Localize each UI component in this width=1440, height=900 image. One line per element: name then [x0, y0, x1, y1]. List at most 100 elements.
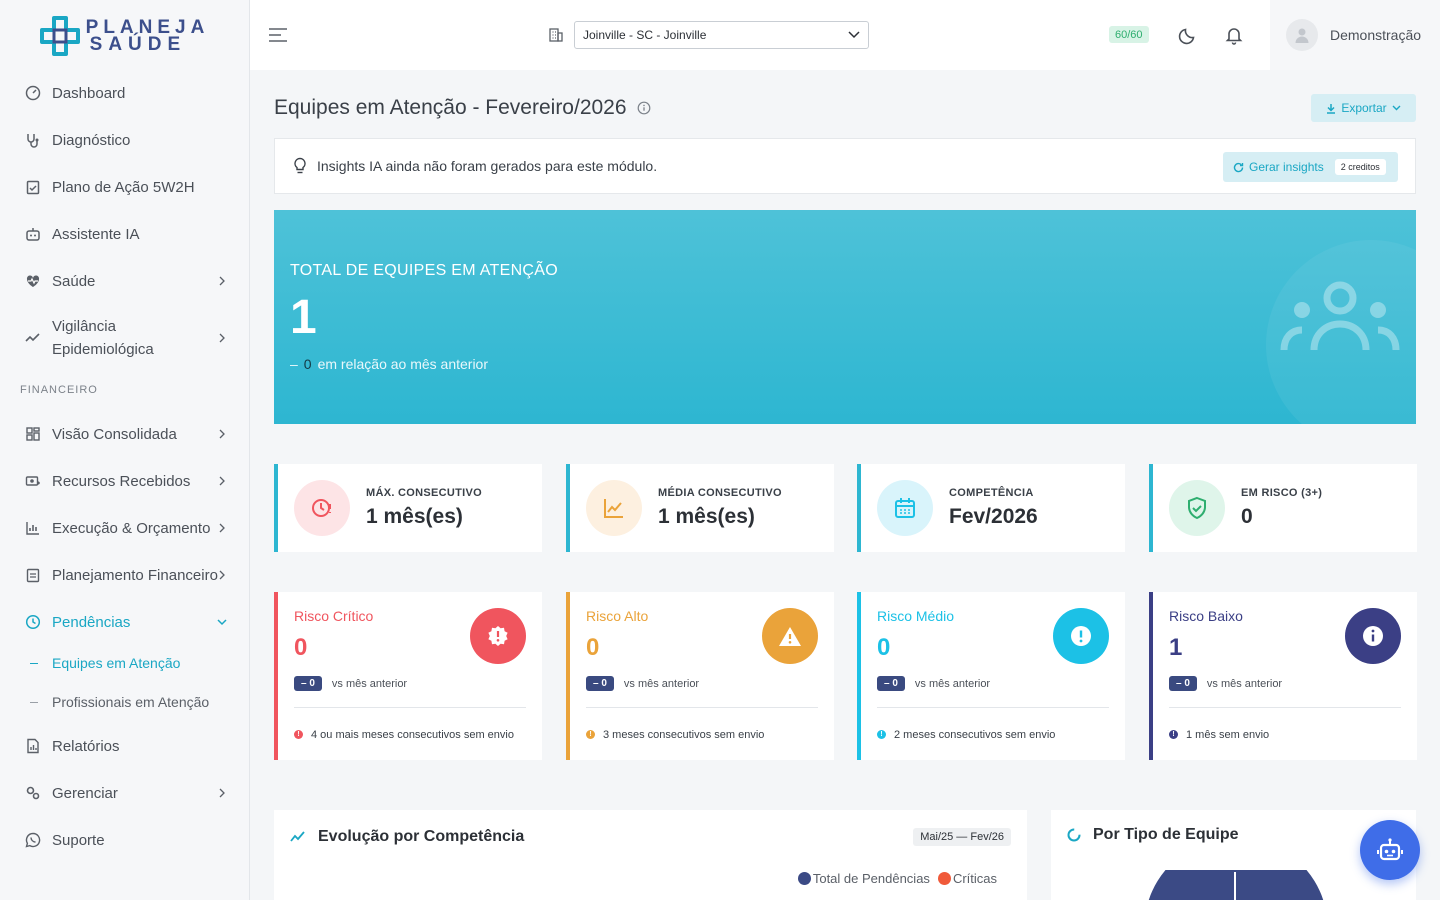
alert-dot-icon: !	[1169, 730, 1178, 739]
stat-card-em-risco: EM RISCO (3+) 0	[1149, 464, 1417, 552]
legend-item-total[interactable]: Total de Pendências	[797, 871, 930, 886]
risk-card-baixo: Risco Baixo 1 – 0 vs mês anterior ! 1 mê…	[1149, 592, 1417, 760]
sidebar-item-label: Diagnóstico	[52, 131, 131, 149]
chevron-right-icon	[219, 476, 225, 486]
robot-icon	[1377, 838, 1403, 861]
city-select[interactable]: Joinville - SC - Joinville	[574, 21, 869, 49]
sidebar-item-visao-consolidada[interactable]: Visão Consolidada	[0, 421, 249, 447]
notifications-bell-icon[interactable]	[1224, 25, 1244, 45]
dash-marker	[30, 662, 38, 664]
credits-badge: 2 creditos	[1334, 159, 1386, 175]
sidebar-item-dashboard[interactable]: Dashboard	[0, 80, 249, 106]
hero-value: 1	[290, 291, 317, 344]
heart-pulse-icon	[24, 272, 42, 290]
stat-card-avg-consecutive: MÉDIA CONSECUTIVO 1 mês(es)	[566, 464, 834, 552]
chart-icon	[24, 519, 42, 537]
delta-value: 0	[303, 356, 312, 372]
sidebar-item-label: Execução & Orçamento	[52, 519, 211, 537]
legend-item-criticas[interactable]: Críticas	[937, 871, 997, 886]
sidebar-item-diagnostico[interactable]: Diagnóstico	[0, 127, 249, 153]
sidebar-item-label: Planejamento Financeiro	[52, 566, 218, 584]
robot-icon	[24, 225, 42, 243]
sidebar-item-label: Dashboard	[52, 84, 126, 102]
export-button[interactable]: Exportar	[1311, 94, 1416, 122]
delta-sign: –	[290, 356, 298, 372]
users-group-icon	[1280, 281, 1400, 351]
sidebar-item-recursos-recebidos[interactable]: Recursos Recebidos	[0, 468, 249, 494]
sidebar-item-saude[interactable]: Saúde	[0, 268, 249, 294]
chevron-right-icon	[219, 333, 225, 343]
sidebar-item-label: Relatórios	[52, 737, 120, 755]
alert-dot-icon: !	[586, 730, 595, 739]
logo[interactable]: PLANEJA SAÚDE	[0, 0, 249, 72]
stat-card-max-consecutive: MÁX. CONSECUTIVO 1 mês(es)	[274, 464, 542, 552]
risk-comparison: – 0 vs mês anterior	[877, 676, 1109, 691]
ai-assistant-button[interactable]	[1360, 820, 1420, 880]
sidebar-item-plano-acao[interactable]: Plano de Ação 5W2H	[0, 174, 249, 200]
logo-cross-icon	[39, 16, 80, 56]
speedometer-icon	[24, 84, 42, 102]
donut-chart-icon	[1067, 828, 1081, 842]
sidebar-item-suporte[interactable]: Suporte	[0, 827, 249, 853]
risk-note: ! 2 meses consecutivos sem envio	[877, 708, 1109, 760]
chevron-right-icon	[219, 276, 225, 286]
menu-toggle-icon[interactable]	[268, 27, 288, 43]
user-menu[interactable]: Demonstração	[1270, 0, 1440, 70]
building-icon	[549, 28, 563, 42]
stat-value: Fev/2026	[949, 505, 1038, 528]
delta-pill: – 0	[586, 676, 614, 691]
chevron-right-icon	[219, 788, 225, 798]
delta-pill: – 0	[294, 676, 322, 691]
trend-line-icon	[290, 831, 305, 842]
sidebar-item-pendencias[interactable]: Pendências	[0, 609, 249, 635]
page-title-text: Equipes em Atenção - Fevereiro/2026	[274, 96, 627, 119]
stat-value: 0	[1241, 505, 1253, 528]
lightbulb-icon	[294, 157, 306, 174]
money-icon	[24, 472, 42, 490]
risk-note-text: 4 ou mais meses consecutivos sem envio	[311, 729, 514, 741]
sidebar-item-label: Visão Consolidada	[52, 425, 177, 443]
comparison-text: vs mês anterior	[1206, 677, 1283, 690]
chevron-down-icon	[1392, 105, 1401, 111]
dark-mode-toggle-icon[interactable]	[1178, 25, 1198, 45]
insights-bar: Insights IA ainda não foram gerados para…	[274, 138, 1416, 194]
risk-comparison: – 0 vs mês anterior	[294, 676, 526, 691]
panel-title: Evolução por Competência	[290, 828, 524, 846]
sidebar-item-label: Pendências	[52, 613, 131, 631]
sidebar-item-label: Saúde	[52, 272, 96, 290]
sidebar-item-execucao-orcamento[interactable]: Execução & Orçamento	[0, 515, 249, 541]
clipboard-icon	[24, 566, 42, 584]
sidebar-subitem-profissionais-atencao[interactable]: Profissionais em Atenção	[0, 691, 249, 713]
sidebar-subitem-equipes-atencao[interactable]: Equipes em Atenção	[0, 652, 249, 674]
stat-value: 1 mês(es)	[658, 505, 755, 528]
quota-badge: 60/60	[1109, 26, 1149, 43]
stat-label: MÉDIA CONSECUTIVO	[658, 487, 782, 499]
sidebar-item-assistente-ia[interactable]: Assistente IA	[0, 221, 249, 247]
alarm-clock-icon	[294, 480, 350, 536]
stat-card-competencia: COMPETÊNCIA Fev/2026	[857, 464, 1125, 552]
legend-swatch	[797, 872, 811, 885]
delta-pill: – 0	[1169, 676, 1197, 691]
trend-icon	[24, 329, 42, 347]
whatsapp-icon	[24, 831, 42, 849]
info-icon[interactable]	[637, 101, 651, 115]
sidebar-item-vigilancia[interactable]: Vigilância Epidemiológica	[0, 314, 249, 362]
sidebar-item-label: Plano de Ação 5W2H	[52, 178, 195, 196]
stat-value: 1 mês(es)	[366, 505, 463, 528]
sidebar-item-label: Vigilância Epidemiológica	[52, 318, 154, 358]
sidebar: PLANEJA SAÚDE Dashboard Diagnóstico Plan…	[0, 0, 250, 900]
date-range-badge: Mai/25 — Fev/26	[913, 828, 1011, 846]
comparison-text: vs mês anterior	[331, 677, 408, 690]
sidebar-item-gerenciar[interactable]: Gerenciar	[0, 780, 249, 806]
shield-check-icon	[1169, 480, 1225, 536]
city-select-value: Joinville - SC - Joinville	[583, 28, 707, 42]
comparison-text: vs mês anterior	[623, 677, 700, 690]
risk-note-text: 3 meses consecutivos sem envio	[603, 729, 765, 741]
sidebar-item-planejamento-financeiro[interactable]: Planejamento Financeiro	[0, 562, 249, 588]
sidebar-item-relatorios[interactable]: Relatórios	[0, 733, 249, 759]
chart-legend: Total de Pendências Críticas	[797, 871, 997, 886]
delta-text: em relação ao mês anterior	[317, 356, 489, 372]
hero-title: TOTAL DE EQUIPES EM ATENÇÃO	[290, 262, 559, 279]
report-icon	[24, 737, 42, 755]
generate-insights-button[interactable]: Gerar insights 2 creditos	[1223, 152, 1398, 182]
